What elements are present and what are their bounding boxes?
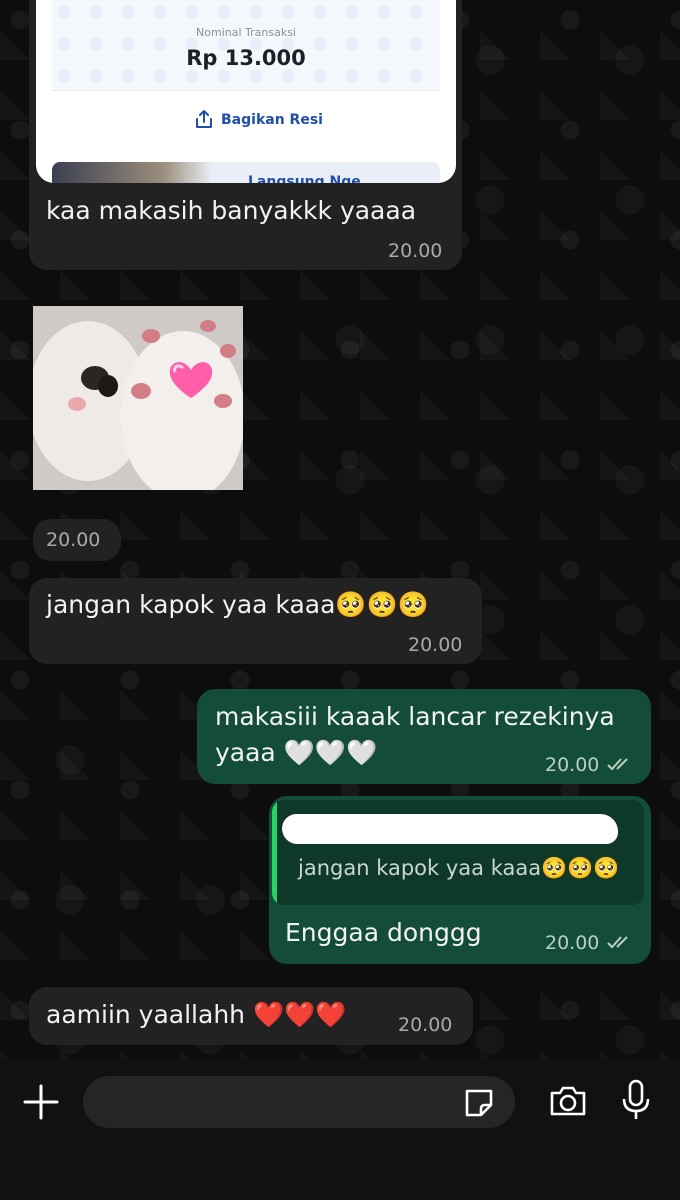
message-time: 20.00 — [388, 240, 443, 262]
message-time: 20.00 — [408, 634, 463, 656]
message-input[interactable] — [83, 1076, 515, 1128]
receipt-header: Nominal Transaksi Rp 13.000 — [52, 0, 440, 91]
share-receipt-label: Bagikan Resi — [221, 112, 323, 128]
promo-text: Langsung Nge... — [248, 174, 377, 183]
quote-accent-bar — [272, 800, 277, 905]
double-check-icon — [607, 936, 628, 949]
message-text: aamiin yaallahh ❤️❤️❤️ — [46, 1000, 347, 1029]
double-check-icon — [607, 758, 628, 771]
promo-image — [52, 162, 212, 183]
message-text: Enggaa donggg — [285, 918, 482, 947]
quoted-message[interactable]: jangan kapok yaa kaaa🥺🥺🥺 — [272, 800, 644, 905]
cat-sticker[interactable] — [33, 306, 243, 490]
message-text-line-2: yaaa 🤍🤍🤍 — [215, 738, 378, 767]
camera-icon[interactable] — [548, 1083, 588, 1119]
share-icon — [196, 110, 212, 128]
plus-icon[interactable] — [22, 1083, 60, 1121]
receipt-amount: Rp 13.000 — [186, 46, 306, 70]
receipt-label: Nominal Transaksi — [196, 26, 296, 39]
receipt-card[interactable]: Nominal Transaksi Rp 13.000 Bagikan Resi… — [36, 0, 456, 183]
quoted-text: jangan kapok yaa kaaa🥺🥺🥺 — [298, 856, 620, 880]
message-time: 20.00 — [398, 1014, 453, 1036]
message-time: 20.00 — [545, 932, 600, 954]
share-receipt-button[interactable]: Bagikan Resi — [36, 90, 456, 150]
message-text-line-1: makasiii kaaak lancar rezekinya — [215, 702, 615, 731]
message-text: jangan kapok yaa kaaa🥺🥺🥺 — [46, 590, 429, 619]
microphone-icon[interactable] — [620, 1078, 652, 1122]
quoted-sender-redacted — [282, 814, 618, 844]
sticker-time: 20.00 — [46, 529, 101, 551]
message-time: 20.00 — [545, 754, 600, 776]
promo-banner[interactable]: Langsung Nge... — [52, 162, 440, 183]
sticker-icon[interactable] — [461, 1085, 497, 1121]
message-text: kaa makasih banyakkk yaaaa — [46, 196, 417, 225]
